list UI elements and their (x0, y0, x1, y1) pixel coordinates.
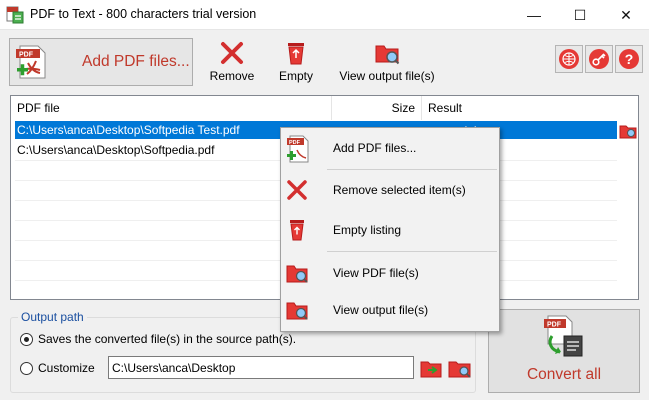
empty-label: Empty (278, 69, 313, 83)
menu-separator (327, 169, 497, 170)
menu-item-add-pdf-files[interactable]: PDF Add PDF files... (281, 134, 499, 163)
view-output-files-button[interactable]: View output file(s) (336, 40, 438, 83)
menu-item-view-pdf-files[interactable]: View PDF file(s) (281, 259, 499, 287)
folder-search-icon (286, 302, 308, 320)
menu-item-empty-listing[interactable]: Empty listing (281, 216, 499, 244)
key-icon (589, 49, 609, 69)
folder-search-icon (375, 45, 400, 65)
column-header-result[interactable]: Result (422, 96, 638, 120)
help-icon: ? (619, 49, 639, 69)
maximize-button[interactable]: ☐ (557, 0, 603, 30)
add-pdf-files-button[interactable]: PDF Add PDF files... (9, 38, 193, 86)
open-output-folder-icon[interactable] (448, 358, 472, 378)
add-pdf-files-label: Add PDF files... (82, 53, 190, 70)
svg-text:PDF: PDF (289, 140, 301, 146)
recycle-bin-icon (290, 220, 304, 241)
context-menu: PDF Add PDF files... Remove selected ite… (280, 127, 500, 332)
menu-item-label: Add PDF files... (333, 141, 417, 155)
folder-search-icon (286, 265, 308, 283)
column-header-size[interactable]: Size (332, 96, 422, 120)
remove-button[interactable]: Remove (207, 40, 257, 83)
window-title: PDF to Text - 800 characters trial versi… (30, 7, 257, 21)
convert-all-button[interactable]: PDF Convert all (488, 309, 640, 393)
website-button[interactable] (555, 45, 583, 73)
add-pdf-icon: PDF (16, 45, 46, 79)
output-path-input[interactable] (108, 356, 414, 379)
row-file-path: C:\Users\anca\Desktop\Softpedia.pdf (17, 143, 215, 157)
pdf-to-text-icon (6, 6, 24, 24)
close-button[interactable]: ✕ (603, 0, 649, 30)
menu-item-view-output-files[interactable]: View output file(s) (281, 296, 499, 324)
globe-icon (559, 49, 579, 69)
menu-item-label: Remove selected item(s) (333, 183, 466, 197)
column-header-pdf-file[interactable]: PDF file (11, 96, 332, 120)
menu-item-label: Empty listing (333, 223, 402, 237)
title-bar: PDF to Text - 800 characters trial versi… (0, 0, 649, 30)
svg-text:PDF: PDF (547, 322, 562, 329)
minimize-button[interactable]: — (511, 0, 557, 30)
browse-folder-icon[interactable] (420, 358, 442, 378)
add-pdf-icon: PDF (287, 135, 309, 163)
empty-button[interactable]: Empty (275, 40, 317, 83)
convert-all-label: Convert all (526, 366, 602, 383)
svg-text:PDF: PDF (19, 52, 34, 59)
menu-item-remove-selected[interactable]: Remove selected item(s) (281, 176, 499, 204)
open-result-folder-icon[interactable] (619, 123, 637, 139)
customize-radio[interactable] (20, 362, 33, 375)
pdf-convert-icon: PDF (544, 315, 583, 357)
view-output-files-label: View output file(s) (339, 69, 435, 83)
output-path-title: Output path (18, 310, 87, 324)
svg-text:?: ? (625, 51, 634, 67)
source-path-radio-label[interactable]: Saves the converted file(s) in the sourc… (38, 332, 296, 346)
source-path-radio[interactable] (20, 333, 33, 346)
help-button[interactable]: ? (615, 45, 643, 73)
customize-radio-label[interactable]: Customize (38, 361, 95, 375)
red-x-icon (287, 180, 307, 200)
remove-label: Remove (209, 69, 255, 83)
row-file-path: C:\Users\anca\Desktop\Softpedia Test.pdf (17, 123, 240, 137)
recycle-bin-icon (288, 43, 304, 65)
red-x-icon (221, 42, 243, 64)
menu-separator (327, 251, 497, 252)
menu-item-label: View output file(s) (333, 303, 429, 317)
menu-item-label: View PDF file(s) (333, 266, 419, 280)
register-key-button[interactable] (585, 45, 613, 73)
